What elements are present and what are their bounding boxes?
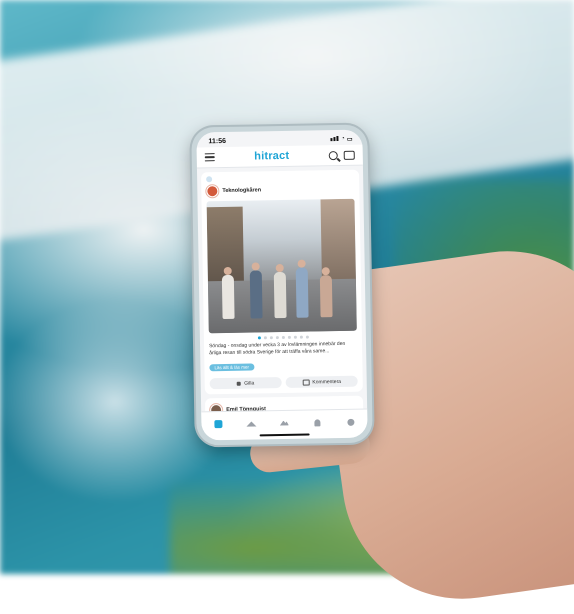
post-source [206, 174, 354, 183]
post-image[interactable] [206, 198, 357, 334]
phone-screen: 11:56 ◔ ▭ hitract Teknologkåren Söndag -… [196, 129, 368, 441]
profile-tab[interactable] [346, 418, 356, 426]
notifications-tab[interactable] [312, 418, 322, 426]
header-actions [328, 150, 355, 160]
comment-icon [302, 379, 310, 386]
author-name[interactable]: Teknologkåren [222, 187, 261, 194]
person [295, 259, 309, 318]
mountain-icon [280, 420, 289, 425]
home-indicator[interactable] [259, 433, 310, 437]
post-actions: Gilla Kommentera [209, 375, 358, 390]
signal-icon [330, 135, 339, 142]
comment-button[interactable]: Kommentera [285, 375, 358, 388]
bell-icon [314, 418, 321, 426]
avatar[interactable] [206, 185, 219, 198]
post-text: Söndag - onsdag under vecka 3 av lovlämn… [209, 340, 346, 356]
home-icon [246, 420, 257, 427]
read-more-button[interactable]: Läs allt & läs mer [209, 363, 255, 372]
app-logo: hitract [254, 149, 290, 163]
menu-icon[interactable] [204, 153, 215, 162]
status-time: 11:56 [208, 137, 227, 145]
chat-icon[interactable] [343, 150, 355, 160]
like-label: Gilla [244, 380, 255, 387]
like-button[interactable]: Gilla [209, 377, 282, 390]
source-icon [206, 176, 213, 183]
bottom-tab-bar [201, 408, 368, 441]
post-card: Teknologkåren Söndag - onsdag under veck… [201, 169, 363, 395]
status-icons: ◔ ▭ [330, 135, 353, 143]
smartphone: 11:56 ◔ ▭ hitract Teknologkåren Söndag -… [191, 124, 373, 446]
comment-label: Kommentera [312, 378, 342, 385]
explore-tab[interactable] [279, 419, 289, 427]
post-author[interactable]: Teknologkåren [206, 183, 354, 198]
carousel-dots[interactable] [209, 335, 357, 341]
person [319, 267, 333, 318]
hitract-icon [213, 420, 223, 429]
person [221, 266, 235, 320]
thumbs-up-icon [237, 381, 242, 386]
hitract-home-tab[interactable] [213, 420, 223, 429]
person [249, 262, 263, 319]
home-tab[interactable] [246, 419, 257, 427]
wifi-icon: ◔ [341, 135, 345, 142]
app-header: hitract [196, 144, 363, 169]
person [273, 263, 287, 319]
battery-icon: ▭ [346, 136, 353, 143]
search-icon[interactable] [328, 150, 338, 160]
profile-icon [347, 418, 355, 426]
